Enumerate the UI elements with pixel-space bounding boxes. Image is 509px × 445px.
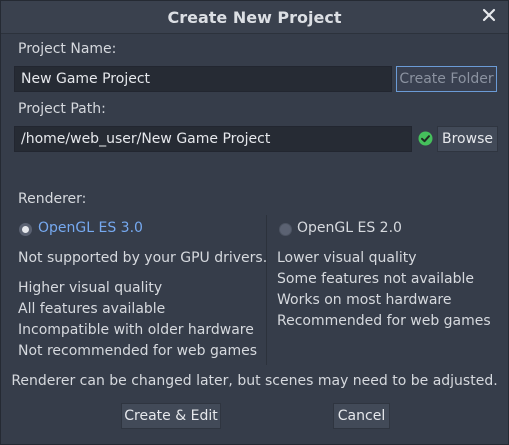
dialog-titlebar: Create New Project	[1, 1, 508, 34]
gles2-label[interactable]: OpenGL ES 2.0	[297, 220, 402, 236]
gles3-feature-item: Not recommended for web games	[18, 343, 258, 359]
close-icon[interactable]	[480, 6, 498, 24]
gles2-feature-item: Recommended for web games	[277, 313, 491, 329]
gles2-feature-item: Works on most hardware	[277, 292, 452, 308]
check-circle-icon	[418, 131, 433, 146]
create-project-dialog: Create New Project Project Name: New Gam…	[0, 0, 509, 445]
renderer-divider	[266, 215, 267, 365]
gles2-radio[interactable]	[279, 223, 292, 236]
project-path-label: Project Path:	[18, 101, 106, 117]
renderer-label: Renderer:	[18, 191, 87, 207]
cancel-button[interactable]: Cancel	[333, 403, 390, 429]
project-path-input[interactable]: /home/web_user/New Game Project	[14, 126, 412, 152]
gles3-feature-item: All features available	[18, 301, 166, 317]
dialog-title: Create New Project	[167, 8, 342, 27]
gles3-label[interactable]: OpenGL ES 3.0	[38, 220, 143, 236]
gles3-warning: Not supported by your GPU drivers.	[18, 250, 268, 266]
browse-button[interactable]: Browse	[437, 126, 498, 152]
gles2-feature-item: Lower visual quality	[277, 250, 417, 266]
gles3-radio[interactable]	[19, 223, 32, 236]
renderer-note: Renderer can be changed later, but scene…	[11, 373, 498, 389]
gles3-feature-item: Incompatible with older hardware	[18, 322, 254, 338]
project-name-label: Project Name:	[18, 41, 117, 57]
gles3-feature-item: Higher visual quality	[18, 280, 163, 296]
gles2-feature-item: Some features not available	[277, 271, 475, 287]
create-edit-button[interactable]: Create & Edit	[121, 403, 221, 429]
project-name-input[interactable]: New Game Project	[14, 66, 392, 92]
create-folder-button[interactable]: Create Folder	[396, 66, 497, 92]
